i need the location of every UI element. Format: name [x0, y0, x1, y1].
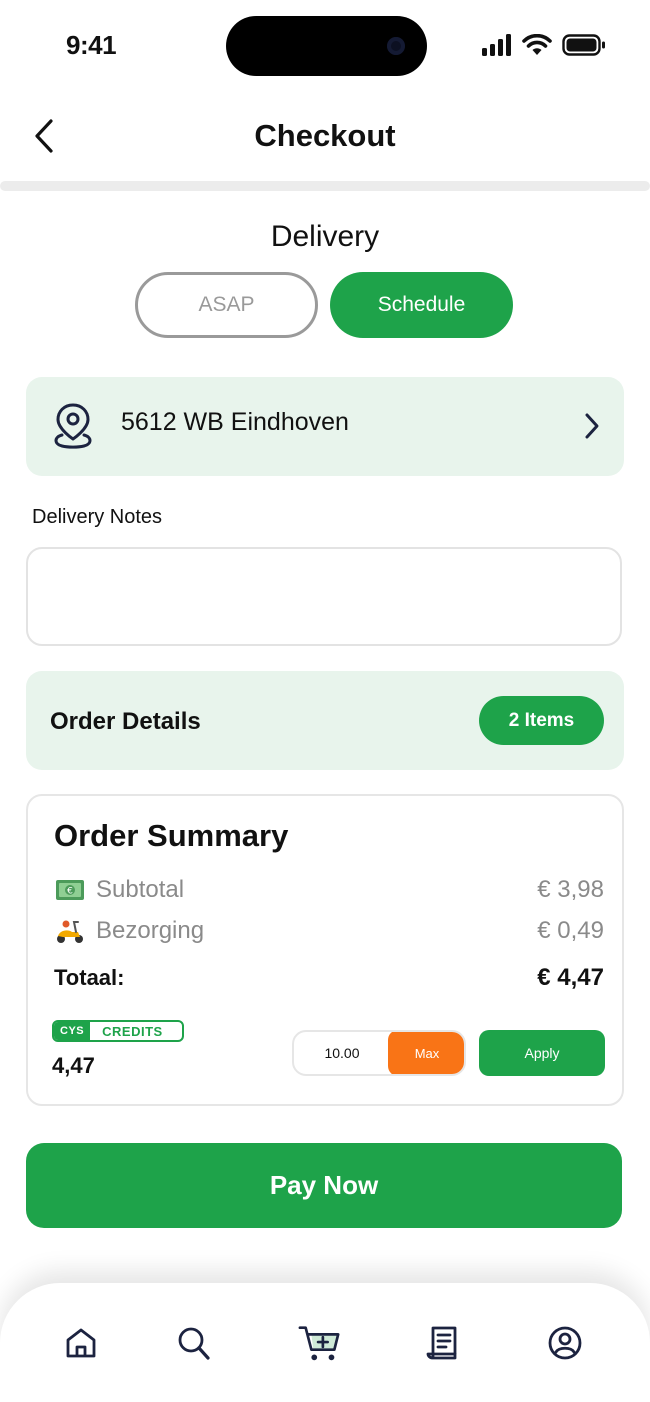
delivery-fee-value: € 0,49	[537, 917, 604, 944]
delivery-fee-label: Bezorging	[96, 917, 205, 944]
signal-icon	[482, 34, 511, 56]
credits-logo: CYS	[54, 1022, 91, 1040]
nav-cart[interactable]	[298, 1321, 342, 1365]
search-icon	[178, 1327, 210, 1360]
delivery-notes-input[interactable]	[26, 547, 622, 646]
order-summary-card: Order Summary € Subtotal € 3,98 Bezorgin…	[26, 794, 624, 1106]
page-title: Checkout	[254, 118, 396, 153]
asap-button[interactable]: ASAP	[135, 272, 318, 338]
battery-icon	[562, 34, 605, 56]
order-details-section[interactable]: Order Details 2 Items	[26, 671, 624, 770]
subtotal-label: Subtotal	[96, 876, 185, 903]
credits-badge: CYS CREDITS	[52, 1020, 184, 1042]
chevron-right-icon	[585, 413, 599, 439]
nav-home[interactable]	[59, 1321, 103, 1365]
dynamic-island	[226, 16, 427, 76]
total-value: € 4,47	[537, 964, 604, 991]
address-selector[interactable]: 5612 WB Eindhoven	[26, 377, 624, 476]
profile-icon	[548, 1326, 582, 1360]
delivery-title: Delivery	[270, 220, 380, 253]
location-pin-icon	[54, 403, 92, 449]
camera-icon	[387, 37, 405, 55]
delivery-notes-label: Delivery Notes	[32, 506, 163, 528]
subtotal-row: € Subtotal € 3,98	[54, 876, 604, 904]
bottom-nav	[0, 1283, 650, 1402]
status-bar: 9:41	[0, 0, 650, 96]
cart-icon	[298, 1326, 340, 1361]
items-count-badge: 2 Items	[479, 696, 604, 745]
wifi-icon	[522, 34, 552, 55]
credits-amount-input[interactable]	[294, 1032, 390, 1074]
home-icon	[66, 1328, 96, 1358]
header-divider	[0, 181, 650, 191]
delivery-fee-row: Bezorging € 0,49	[54, 917, 604, 945]
status-time: 9:41	[66, 30, 117, 60]
receipt-icon	[426, 1326, 457, 1360]
schedule-button[interactable]: Schedule	[330, 272, 513, 338]
subtotal-value: € 3,98	[537, 876, 604, 903]
total-row: Totaal: € 4,47	[54, 964, 604, 992]
credits-balance: 4,47	[52, 1053, 95, 1078]
nav-search[interactable]	[172, 1321, 216, 1365]
header: Checkout	[0, 96, 650, 180]
apply-button[interactable]: Apply	[479, 1030, 605, 1076]
nav-orders[interactable]	[421, 1321, 465, 1365]
money-icon: €	[56, 880, 84, 900]
status-icons	[482, 34, 606, 56]
address-text: 5612 WB Eindhoven	[121, 408, 349, 436]
scooter-icon	[57, 920, 83, 943]
svg-text:€: €	[67, 887, 73, 897]
order-details-title: Order Details	[50, 708, 201, 735]
nav-profile[interactable]	[543, 1321, 587, 1365]
credits-input-group: Max	[292, 1030, 466, 1076]
pay-now-button[interactable]: Pay Now	[26, 1143, 622, 1228]
delivery-mode-toggle: ASAP Schedule	[135, 272, 513, 338]
credits-label: CREDITS	[102, 1023, 163, 1039]
order-summary-title: Order Summary	[54, 818, 289, 853]
max-button[interactable]: Max	[388, 1032, 464, 1074]
total-label: Totaal:	[54, 965, 125, 990]
